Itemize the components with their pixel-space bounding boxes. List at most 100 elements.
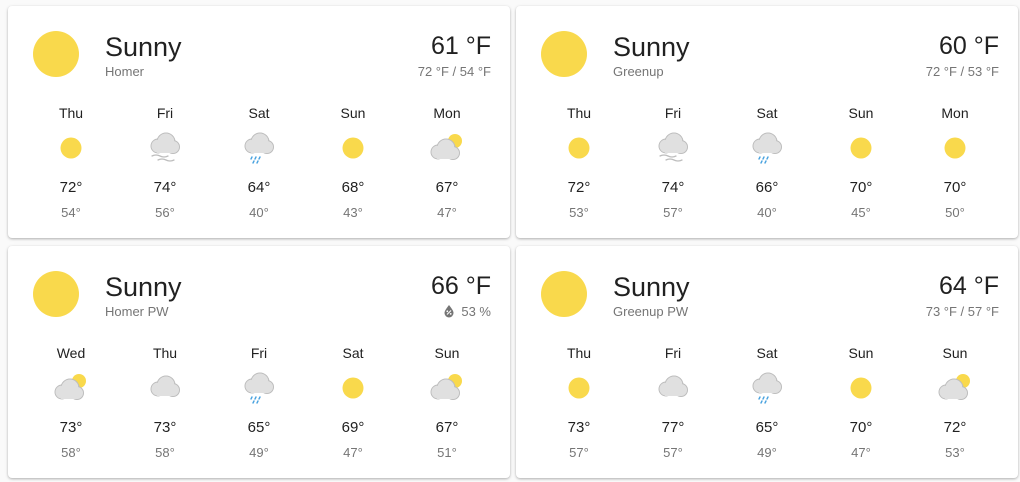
forecast-high: 77° xyxy=(661,419,685,436)
sun-icon xyxy=(52,130,90,166)
forecast-high: 65° xyxy=(247,419,271,436)
forecast-day: Sun 70° 47° xyxy=(814,344,908,461)
forecast-high: 69° xyxy=(341,419,365,436)
location-name: Homer xyxy=(105,64,145,79)
current-temperature: 66 °F xyxy=(430,272,491,300)
forecast-low: 57° xyxy=(569,445,589,460)
forecast-high: 72° xyxy=(567,179,591,196)
forecast-day: Thu 72° 53° xyxy=(532,104,626,221)
cloudy-rain-icon xyxy=(240,370,278,406)
current-subtext-value: 72 °F / 53 °F xyxy=(925,64,999,79)
forecast-day: Thu 72° 54° xyxy=(24,104,118,221)
partly-cloudy-icon xyxy=(428,370,466,406)
cloudy-rain-icon xyxy=(748,370,786,406)
forecast-day: Sun 72° 53° xyxy=(908,344,1002,461)
forecast-low: 50° xyxy=(945,205,965,220)
forecast-day: Sun 67° 51° xyxy=(400,344,494,461)
current-condition: Sunny xyxy=(613,32,690,62)
current-subtext-value: 73 °F / 57 °F xyxy=(925,304,999,319)
forecast-row: Thu 72° 54° Fri 74° 56° Sat 64° 40° Sun … xyxy=(24,104,494,221)
cloudy-fog-icon xyxy=(654,130,692,166)
sun-icon xyxy=(541,271,587,317)
forecast-low: 58° xyxy=(155,445,175,460)
forecast-day: Wed 73° 58° xyxy=(24,344,118,461)
forecast-day: Mon 67° 47° xyxy=(400,104,494,221)
forecast-low: 45° xyxy=(851,205,871,220)
forecast-low: 57° xyxy=(663,445,683,460)
humidity-icon xyxy=(443,304,455,321)
sun-icon xyxy=(33,271,79,317)
weather-card[interactable]: Sunny Homer PW 66 °F 53 % Wed 73° 58° Thu 7… xyxy=(8,246,510,478)
forecast-high: 70° xyxy=(943,179,967,196)
forecast-high: 66° xyxy=(755,179,779,196)
forecast-day-name: Thu xyxy=(58,105,84,121)
forecast-low: 47° xyxy=(437,205,457,220)
location-name: Homer PW xyxy=(105,304,169,319)
forecast-day-name: Fri xyxy=(156,105,174,121)
current-temperature: 64 °F xyxy=(938,272,999,300)
current-subtext-value: 72 °F / 54 °F xyxy=(417,64,491,79)
forecast-low: 49° xyxy=(757,445,777,460)
forecast-high: 74° xyxy=(153,179,177,196)
partly-cloudy-icon xyxy=(936,370,974,406)
current-subtext-value: 53 % xyxy=(461,304,491,319)
forecast-day-name: Sun xyxy=(340,105,366,121)
location-name: Greenup xyxy=(613,64,664,79)
forecast-high: 67° xyxy=(435,419,459,436)
forecast-day: Sun 68° 43° xyxy=(306,104,400,221)
current-condition: Sunny xyxy=(105,272,182,302)
forecast-day-name: Sat xyxy=(756,345,778,361)
forecast-low: 56° xyxy=(155,205,175,220)
current-subtext: 53 % xyxy=(443,304,491,321)
sun-icon xyxy=(541,31,587,77)
forecast-day: Thu 73° 57° xyxy=(532,344,626,461)
current-subtext: 72 °F / 54 °F xyxy=(418,64,491,79)
forecast-low: 57° xyxy=(663,205,683,220)
forecast-day: Fri 74° 56° xyxy=(118,104,212,221)
forecast-high: 67° xyxy=(435,179,459,196)
sun-icon xyxy=(334,370,372,406)
forecast-low: 51° xyxy=(437,445,457,460)
current-subtext: 73 °F / 57 °F xyxy=(926,304,999,319)
forecast-day-name: Fri xyxy=(664,345,682,361)
forecast-low: 53° xyxy=(945,445,965,460)
sun-icon xyxy=(334,130,372,166)
forecast-low: 54° xyxy=(61,205,81,220)
forecast-day-name: Sun xyxy=(848,345,874,361)
forecast-day: Thu 73° 58° xyxy=(118,344,212,461)
weather-card[interactable]: Sunny Greenup PW 64 °F 73 °F / 57 °F Thu 73… xyxy=(516,246,1018,478)
forecast-day-name: Thu xyxy=(566,105,592,121)
forecast-day-name: Mon xyxy=(941,105,969,121)
forecast-day-name: Fri xyxy=(250,345,268,361)
forecast-day-name: Thu xyxy=(152,345,178,361)
forecast-low: 49° xyxy=(249,445,269,460)
sun-icon xyxy=(842,130,880,166)
weather-card[interactable]: Sunny Greenup 60 °F 72 °F / 53 °F Thu 72° 5… xyxy=(516,6,1018,238)
forecast-day-name: Sat xyxy=(342,345,364,361)
sun-icon xyxy=(560,370,598,406)
partly-cloudy-icon xyxy=(52,370,90,406)
forecast-low: 47° xyxy=(851,445,871,460)
forecast-day: Sat 66° 40° xyxy=(720,104,814,221)
forecast-row: Thu 72° 53° Fri 74° 57° Sat 66° 40° Sun … xyxy=(532,104,1002,221)
forecast-low: 40° xyxy=(757,205,777,220)
forecast-day-name: Sat xyxy=(248,105,270,121)
current-condition: Sunny xyxy=(613,272,690,302)
current-subtext: 72 °F / 53 °F xyxy=(926,64,999,79)
forecast-day: Fri 77° 57° xyxy=(626,344,720,461)
forecast-day-name: Sun xyxy=(848,105,874,121)
current-temperature: 61 °F xyxy=(430,32,491,60)
forecast-day-name: Fri xyxy=(664,105,682,121)
forecast-day: Sat 69° 47° xyxy=(306,344,400,461)
forecast-day-name: Mon xyxy=(433,105,461,121)
forecast-high: 72° xyxy=(943,419,967,436)
forecast-day: Sun 70° 45° xyxy=(814,104,908,221)
forecast-day: Sat 64° 40° xyxy=(212,104,306,221)
cloudy-rain-icon xyxy=(240,130,278,166)
weather-card[interactable]: Sunny Homer 61 °F 72 °F / 54 °F Thu 72° 54°… xyxy=(8,6,510,238)
forecast-high: 73° xyxy=(59,419,83,436)
sun-icon xyxy=(936,130,974,166)
forecast-high: 70° xyxy=(849,179,873,196)
cloudy-rain-icon xyxy=(748,130,786,166)
sun-icon xyxy=(33,31,79,77)
